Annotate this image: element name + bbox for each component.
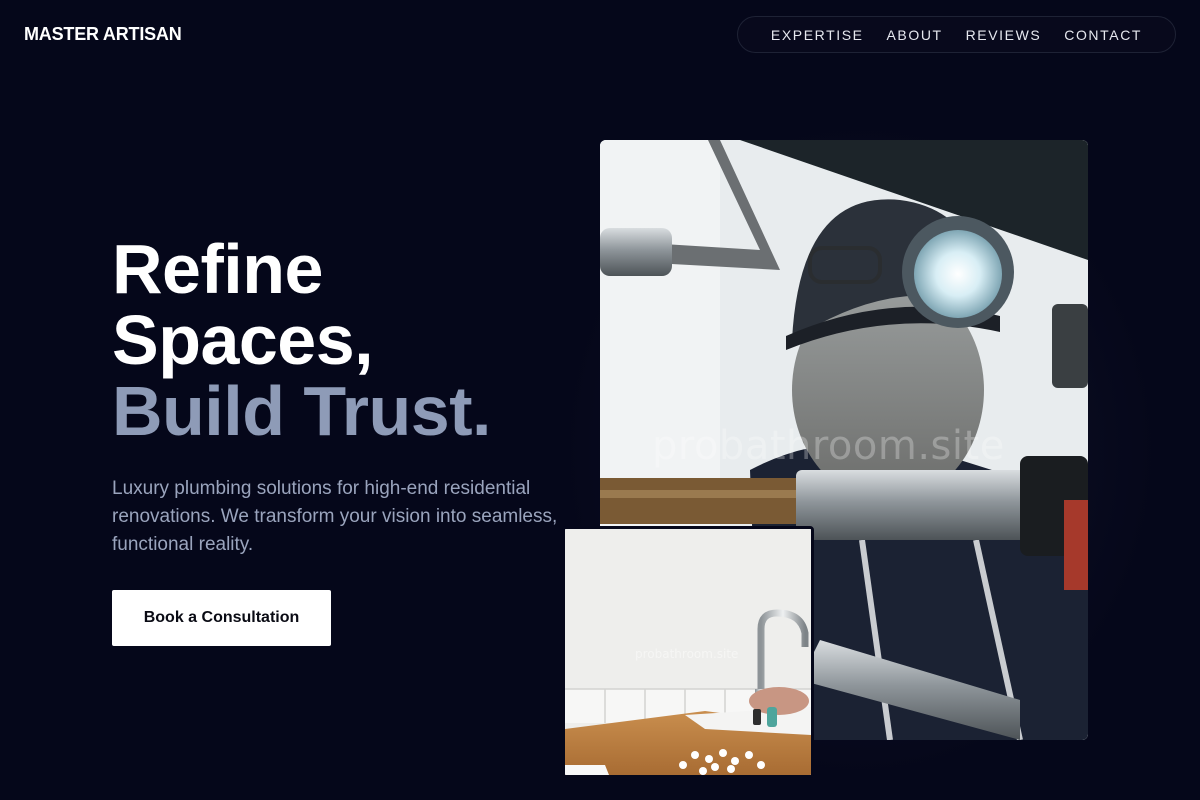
headline-line-3: Build Trust. xyxy=(112,372,492,450)
hero-headline: Refine Spaces, Build Trust. xyxy=(112,230,492,450)
sink-photo-watermark: probathroom.site xyxy=(635,647,739,661)
hero-subtext: Luxury plumbing solutions for high-end r… xyxy=(112,478,558,555)
headline-line-1: Refine xyxy=(112,230,323,308)
nav-about[interactable]: ABOUT xyxy=(886,27,942,43)
sink-photo: probathroom.site xyxy=(562,526,814,778)
book-consultation-button[interactable]: Book a Consultation xyxy=(112,590,331,646)
nav-contact[interactable]: CONTACT xyxy=(1064,27,1142,43)
main-nav: EXPERTISE ABOUT REVIEWS CONTACT xyxy=(737,16,1176,53)
nav-reviews[interactable]: REVIEWS xyxy=(966,27,1042,43)
photo-watermark: probathroom.site xyxy=(652,423,1005,469)
logo[interactable]: MASTER ARTISAN xyxy=(24,24,182,45)
nav-expertise[interactable]: EXPERTISE xyxy=(771,27,864,43)
page: MASTER ARTISAN EXPERTISE ABOUT REVIEWS C… xyxy=(0,0,1200,800)
headline-line-2: Spaces, xyxy=(112,301,374,379)
